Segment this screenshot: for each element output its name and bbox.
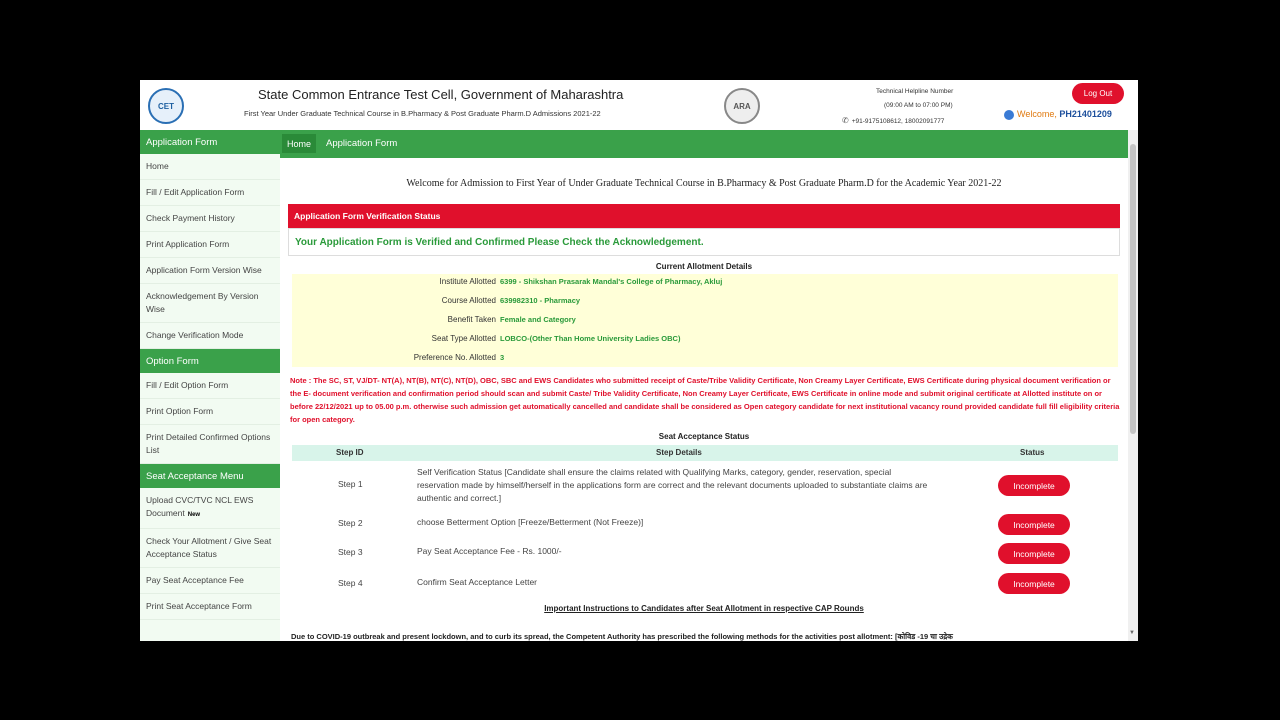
welcome-label: Welcome, <box>1017 109 1057 119</box>
step-4-status-button[interactable]: Incomplete <box>998 573 1070 594</box>
top-nav: Home Application Form <box>280 130 1128 158</box>
step-details: Confirm Seat Acceptance Letter <box>417 577 538 587</box>
verification-message: Your Application Form is Verified and Co… <box>288 228 1120 256</box>
covid-notice: Due to COVID-19 outbreak and present loc… <box>291 632 953 641</box>
sidebar-item-fill-edit-option[interactable]: Fill / Edit Option Form <box>140 373 280 399</box>
header-title: State Common Entrance Test Cell, Governm… <box>258 87 624 102</box>
user-id: PH21401209 <box>1059 109 1112 119</box>
step-1-status-button[interactable]: Incomplete <box>998 475 1070 496</box>
sidebar-item-change-verification-mode[interactable]: Change Verification Mode <box>140 323 280 349</box>
allotment-value: 639982310 - Pharmacy <box>500 296 581 305</box>
category-note: Note : The SC, ST, VJ/DT- NT(A), NT(B), … <box>290 376 1120 424</box>
allotment-details: Institute Allotted 6399 - Shikshan Prasar… <box>292 274 1118 367</box>
sidebar-item-upload-documents[interactable]: Upload CVC/TVC NCL EWS Document New <box>140 488 280 529</box>
allotment-row: Benefit Taken Female and Category <box>292 312 1118 330</box>
header-step-id: Step ID <box>336 448 364 457</box>
step-id: Step 4 <box>338 578 363 588</box>
ara-logo: ARA <box>724 88 760 124</box>
verification-heading: Application Form Verification Status <box>288 204 1120 228</box>
header-status: Status <box>1020 448 1045 457</box>
page-scrollbar[interactable]: ▼ <box>1128 130 1138 641</box>
header-step-details: Step Details <box>656 448 702 457</box>
sidebar-item-pay-seat-fee[interactable]: Pay Seat Acceptance Fee <box>140 568 280 594</box>
table-header: Step ID Step Details Status <box>292 445 1118 461</box>
allotment-row: Preference No. Allotted 3 <box>292 350 1118 368</box>
allotment-title: Current Allotment Details <box>655 262 753 271</box>
page-header: CET State Common Entrance Test Cell, Gov… <box>140 80 1138 130</box>
sidebar-item-fill-edit-application[interactable]: Fill / Edit Application Form <box>140 180 280 206</box>
step-2-status-button[interactable]: Incomplete <box>998 514 1070 535</box>
nav-application-form[interactable]: Application Form <box>326 134 397 153</box>
allotment-row: Course Allotted 639982310 - Pharmacy <box>292 293 1118 311</box>
table-row: Step 1 Self Verification Status [Candida… <box>292 466 1118 506</box>
table-row: Step 4 Confirm Seat Acceptance Letter In… <box>292 573 1118 595</box>
step-details: Pay Seat Acceptance Fee - Rs. 1000/- <box>417 546 562 556</box>
sidebar-item-print-application[interactable]: Print Application Form <box>140 232 280 258</box>
sidebar-item-print-seat-form[interactable]: Print Seat Acceptance Form <box>140 594 280 620</box>
step-3-status-button[interactable]: Incomplete <box>998 543 1070 564</box>
scroll-down-arrow-icon[interactable]: ▼ <box>1129 630 1135 636</box>
allotment-value: Female and Category <box>500 315 576 324</box>
sidebar-item-acknowledgement-version-wise[interactable]: Acknowledgement By Version Wise <box>140 284 280 323</box>
allotment-label: Benefit Taken <box>447 315 496 324</box>
header-subtitle: First Year Under Graduate Technical Cour… <box>244 109 601 118</box>
instructions-title[interactable]: Important Instructions to Candidates aft… <box>288 604 1120 613</box>
table-row: Step 2 choose Betterment Option [Freeze/… <box>292 514 1118 536</box>
seat-acceptance-title: Seat Acceptance Status <box>658 432 750 441</box>
step-id: Step 1 <box>338 479 363 489</box>
helpline-phone: ✆ +91-9175108612, 18002091777 <box>842 116 944 125</box>
step-id: Step 3 <box>338 547 363 557</box>
phone-icon: ✆ <box>842 116 849 125</box>
welcome-message: Welcome for Admission to First Year of U… <box>406 178 1002 189</box>
new-badge: New <box>187 512 201 518</box>
allotment-value: 3 <box>500 353 505 362</box>
sidebar-heading-seat-acceptance[interactable]: Seat Acceptance Menu <box>140 464 280 488</box>
sidebar-item-print-detailed-options[interactable]: Print Detailed Confirmed Options List <box>140 425 280 464</box>
welcome-user: Welcome, PH21401209 <box>1004 109 1112 120</box>
allotment-label: Preference No. Allotted <box>413 353 496 362</box>
sidebar-heading-application-form[interactable]: Application Form <box>140 130 280 154</box>
sidebar-heading-option-form[interactable]: Option Form <box>140 349 280 373</box>
helpline-title: Technical Helpline Number <box>876 88 954 95</box>
allotment-value: LOBCO-(Other Than Home University Ladies… <box>500 334 681 343</box>
allotment-label: Course Allotted <box>441 296 496 305</box>
step-id: Step 2 <box>338 518 363 528</box>
allotment-label: Institute Allotted <box>439 277 496 286</box>
cet-logo: CET <box>148 88 184 124</box>
helpline-time: (09:00 AM to 07:00 PM) <box>884 102 953 109</box>
sidebar-item-check-payment-history[interactable]: Check Payment History <box>140 206 280 232</box>
helpline-phone-text: +91-9175108612, 18002091777 <box>851 118 945 125</box>
user-icon <box>1004 109 1014 120</box>
sidebar-item-home[interactable]: Home <box>140 154 280 180</box>
sidebar-item-application-version-wise[interactable]: Application Form Version Wise <box>140 258 280 284</box>
browser-viewport: CET State Common Entrance Test Cell, Gov… <box>140 80 1138 641</box>
sidebar-item-print-option[interactable]: Print Option Form <box>140 399 280 425</box>
scrollbar-thumb[interactable] <box>1130 144 1136 434</box>
step-details: choose Betterment Option [Freeze/Betterm… <box>417 517 644 527</box>
allotment-value: 6399 - Shikshan Prasarak Mandal's Colleg… <box>500 277 723 286</box>
allotment-label: Seat Type Allotted <box>431 334 496 343</box>
allotment-row: Seat Type Allotted LOBCO-(Other Than Home… <box>292 331 1118 349</box>
step-details: Self Verification Status [Candidate shal… <box>417 467 928 503</box>
table-row: Step 3 Pay Seat Acceptance Fee - Rs. 100… <box>292 543 1118 565</box>
logout-button[interactable]: Log Out <box>1072 83 1124 104</box>
nav-home[interactable]: Home <box>282 134 317 153</box>
sidebar: Application Form Home Fill / Edit Applic… <box>140 130 280 641</box>
sidebar-item-check-allotment[interactable]: Check Your Allotment / Give Seat Accepta… <box>140 529 280 568</box>
allotment-row: Institute Allotted 6399 - Shikshan Prasar… <box>292 274 1118 292</box>
